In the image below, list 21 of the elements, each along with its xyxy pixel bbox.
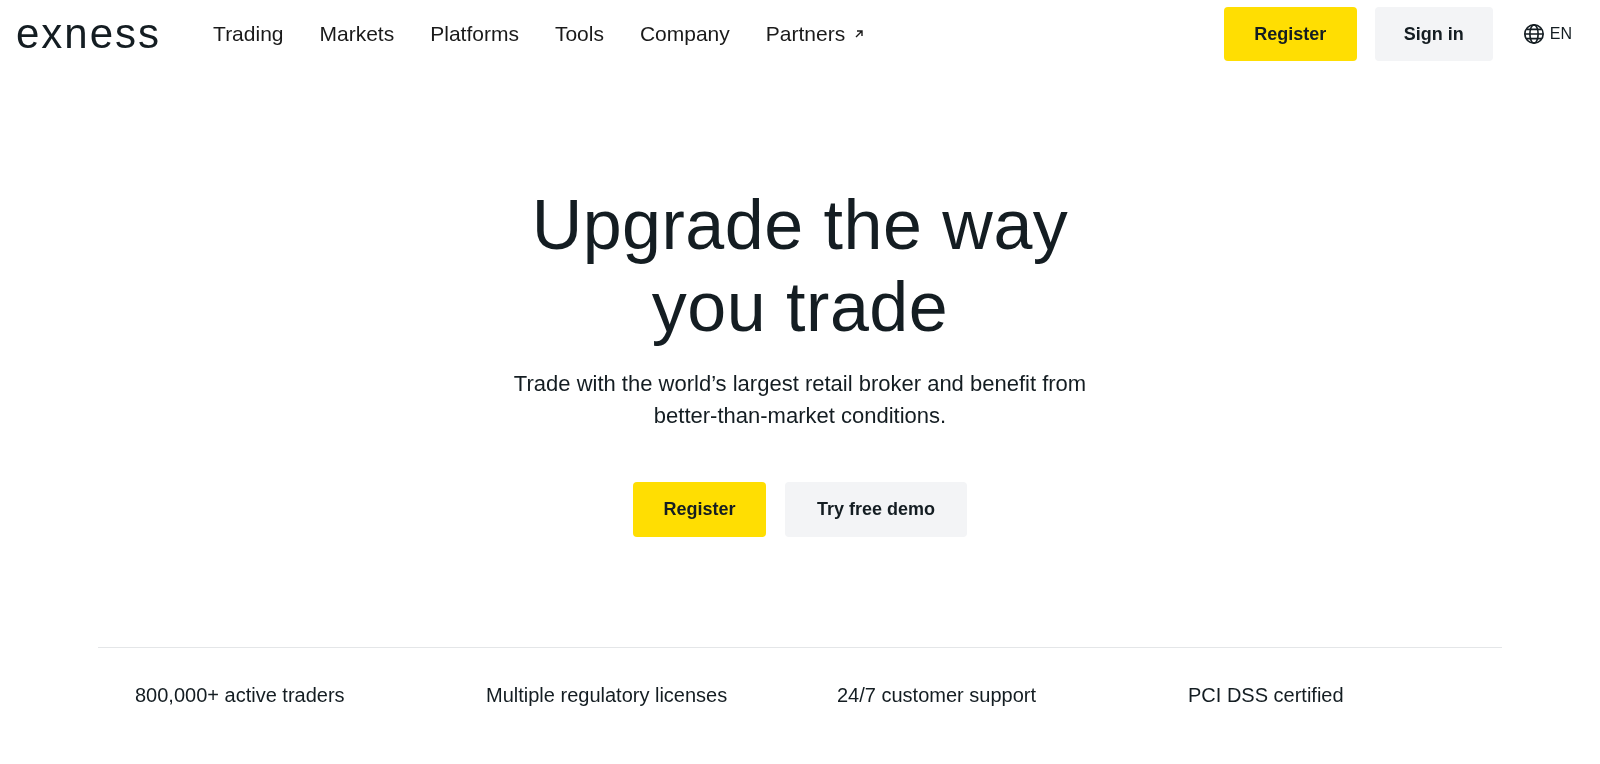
- language-label[interactable]: EN: [1549, 22, 1572, 46]
- register-button[interactable]: Register: [633, 482, 766, 537]
- feature-text: PCI DSS certified: [1187, 683, 1345, 708]
- hero-subtitle: Trade with the world’s largest retail broker and benefit from: [513, 370, 1087, 398]
- feature-text: 24/7 customer support: [836, 683, 1037, 708]
- nav-link[interactable]: Platforms: [430, 18, 519, 50]
- feature-text: Multiple regulatory licenses: [485, 683, 729, 708]
- nav-link[interactable]: Trading: [213, 18, 284, 50]
- hero-title: you trade: [651, 267, 949, 348]
- nav-link[interactable]: Tools: [554, 18, 604, 50]
- nav-link[interactable]: Partners: [765, 18, 866, 50]
- globe-icon[interactable]: [1522, 23, 1545, 45]
- sign-in-button[interactable]: Sign in: [1374, 7, 1493, 61]
- nav-link[interactable]: Markets: [319, 18, 395, 50]
- logo[interactable]: exness: [16, 13, 162, 55]
- hero-subtitle: better-than-market conditions.: [653, 402, 947, 430]
- feature-text: 800,000+ active traders: [134, 683, 346, 708]
- demo-button[interactable]: Try free demo: [785, 482, 967, 537]
- register-button[interactable]: Register: [1223, 7, 1357, 61]
- hero-title: Upgrade the way: [531, 185, 1069, 266]
- nav-link[interactable]: Company: [639, 18, 730, 50]
